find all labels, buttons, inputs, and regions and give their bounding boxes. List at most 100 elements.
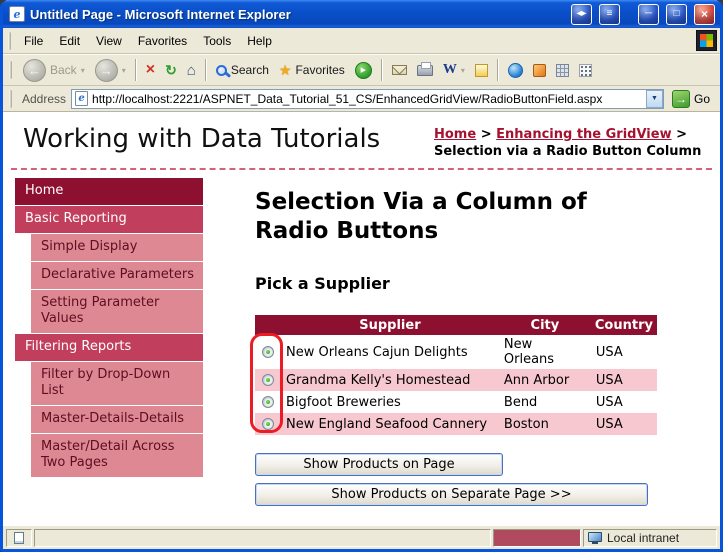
supplier-radio-button[interactable] (262, 418, 274, 430)
ie-app-icon: e (9, 6, 25, 22)
button-stack: Show Products on Page Show Products on S… (255, 453, 685, 506)
sidebar-item-master-details-details[interactable]: Master-Details-Details (31, 406, 203, 433)
research-icon (533, 64, 546, 77)
standard-buttons-toolbar: ← Back ▾ → ▾ × ↻ ⌂ Search ★ Favorites ▶ (3, 54, 720, 86)
sidebar-item-declarative-parameters[interactable]: Declarative Parameters (31, 262, 203, 289)
windows-logo-throbber (696, 30, 717, 51)
maximize-button[interactable]: □ (666, 4, 687, 25)
go-label: Go (694, 92, 710, 106)
forward-chevron-icon: ▾ (122, 66, 126, 75)
menu-help[interactable]: Help (239, 31, 280, 51)
back-icon: ← (23, 59, 46, 82)
back-button[interactable]: ← Back ▾ (19, 57, 89, 84)
page-title: Selection Via a Column of Radio Buttons (255, 188, 615, 246)
local-intranet-icon (588, 532, 602, 542)
supplier-radio-button[interactable] (262, 374, 274, 386)
title-bar: e Untitled Page - Microsoft Internet Exp… (3, 0, 720, 28)
quick-tabs-button[interactable] (575, 62, 596, 79)
close-button[interactable]: × (694, 4, 715, 25)
go-arrow-icon: → (672, 90, 690, 108)
calculator-button[interactable] (552, 62, 573, 79)
edit-button[interactable] (471, 62, 492, 79)
messenger-button[interactable] (504, 61, 527, 80)
sidebar-item-master-detail-two-pages[interactable]: Master/Detail Across Two Pages (31, 434, 203, 477)
home-button[interactable]: ⌂ (183, 60, 200, 81)
show-products-separate-page-button[interactable]: Show Products on Separate Page >> (255, 483, 648, 506)
supplier-radio-button[interactable] (262, 396, 274, 408)
search-label: Search (231, 63, 269, 77)
word-icon: W (443, 62, 457, 78)
main-content: Selection Via a Column of Radio Buttons … (255, 178, 685, 513)
status-message-pane (34, 529, 491, 547)
section-title: Pick a Supplier (255, 274, 685, 293)
toolbar-separator (205, 59, 207, 81)
mail-icon (392, 65, 407, 75)
breadcrumb-section-link[interactable]: Enhancing the GridView (496, 127, 671, 142)
print-button[interactable] (413, 63, 437, 78)
city-cell: Ann Arbor (499, 369, 591, 391)
search-button[interactable]: Search (212, 61, 273, 79)
address-input[interactable] (92, 92, 642, 106)
toolbar-separator (135, 59, 137, 81)
country-column-header: Country (591, 315, 657, 335)
refresh-icon: ↻ (165, 62, 177, 79)
edit-with-word-button[interactable]: W ▾ (439, 60, 469, 80)
menu-favorites[interactable]: Favorites (130, 31, 195, 51)
menu-edit[interactable]: Edit (51, 31, 88, 51)
refresh-button[interactable]: ↻ (161, 60, 181, 81)
sidebar-item-home[interactable]: Home (15, 178, 203, 205)
home-icon: ⌂ (187, 62, 196, 79)
supplier-column-header: Supplier (281, 315, 499, 335)
menu-file[interactable]: File (16, 31, 51, 51)
forward-button[interactable]: → ▾ (91, 57, 130, 84)
address-bar: Address e ▼ → Go (3, 86, 720, 112)
city-column-header: City (499, 315, 591, 335)
zone-label: Local intranet (607, 531, 679, 545)
address-dropdown-button[interactable]: ▼ (646, 90, 663, 108)
favorites-button[interactable]: ★ Favorites (275, 60, 349, 81)
status-bar: Local intranet (3, 525, 720, 549)
sidebar-item-filter-by-dropdown-list[interactable]: Filter by Drop-Down List (31, 362, 203, 405)
toolbar-grip-handle[interactable] (9, 61, 12, 79)
mail-button[interactable] (388, 63, 411, 77)
sidebar-item-basic-reporting[interactable]: Basic Reporting (15, 206, 203, 233)
menu-bar: File Edit View Favorites Tools Help (3, 28, 720, 54)
title-bar-pane-button[interactable]: ≡ (599, 4, 620, 25)
breadcrumb-home-link[interactable]: Home (434, 127, 476, 142)
suppliers-gridview: Supplier City Country New Orleans Cajun … (255, 315, 657, 435)
toolbar-separator (381, 59, 383, 81)
sidebar-nav: Home Basic Reporting Simple Display Decl… (15, 178, 203, 513)
menu-grip-handle[interactable] (8, 32, 11, 50)
messenger-icon (508, 63, 523, 78)
supplier-cell: New England Seafood Cannery (281, 413, 499, 435)
sidebar-item-setting-parameter-values[interactable]: Setting Parameter Values (31, 290, 203, 333)
title-bar-pan-button[interactable]: ◂▸ (571, 4, 592, 25)
show-products-on-page-button[interactable]: Show Products on Page (255, 453, 503, 476)
sidebar-item-simple-display[interactable]: Simple Display (31, 234, 203, 261)
menu-tools[interactable]: Tools (195, 31, 239, 51)
search-icon (216, 65, 227, 76)
security-zone-pane: Local intranet (583, 529, 717, 547)
edit-icon (475, 64, 488, 77)
status-accent-pane (493, 529, 581, 547)
country-cell: USA (591, 391, 657, 413)
go-button[interactable]: → Go (669, 90, 716, 108)
table-row: New England Seafood Cannery Boston USA (255, 413, 657, 435)
stop-button[interactable]: × (142, 59, 159, 81)
minimize-button[interactable]: ─ (638, 4, 659, 25)
menu-view[interactable]: View (88, 31, 130, 51)
breadcrumb-current: Selection via a Radio Button Column (434, 144, 701, 159)
media-button[interactable]: ▶ (351, 60, 376, 81)
word-chevron-icon: ▾ (461, 66, 465, 75)
city-cell: Boston (499, 413, 591, 435)
favorites-label: Favorites (295, 63, 344, 77)
address-field: e ▼ (71, 89, 664, 109)
country-cell: USA (591, 335, 657, 369)
window-title: Untitled Page - Microsoft Internet Explo… (30, 7, 564, 22)
table-header-row: Supplier City Country (255, 315, 657, 335)
table-row: Grandma Kelly's Homestead Ann Arbor USA (255, 369, 657, 391)
address-grip-handle[interactable] (9, 90, 12, 108)
supplier-radio-button[interactable] (262, 346, 274, 358)
research-button[interactable] (529, 62, 550, 79)
sidebar-item-filtering-reports[interactable]: Filtering Reports (15, 334, 203, 361)
